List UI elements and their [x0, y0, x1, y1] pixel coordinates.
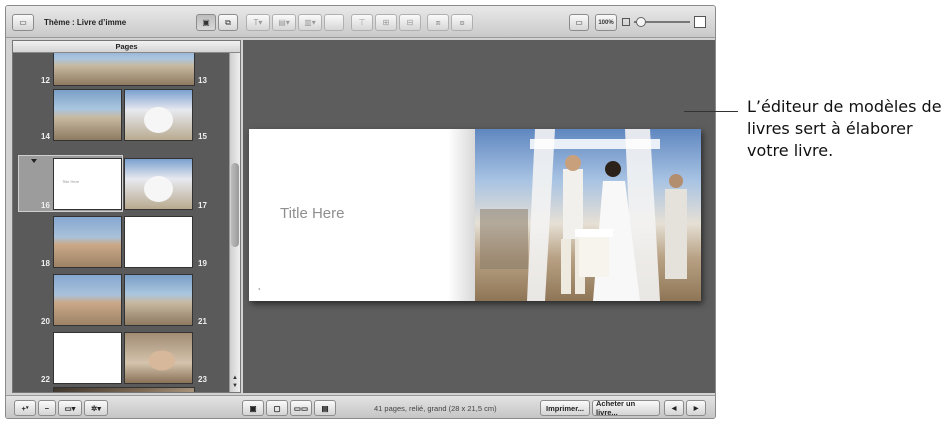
next-page-button[interactable]: ▶ [686, 400, 706, 416]
pages-sidebar: Pages 12 13 14 15 Title Here 16 17 18 19… [12, 40, 241, 393]
spread-view-button[interactable]: ⧉ [218, 14, 238, 31]
theme-label: Thème : Livre d’imme [44, 18, 127, 27]
view-mode-button-3[interactable]: ▭▭ [290, 400, 312, 416]
page-thumb-12-13[interactable] [53, 53, 195, 86]
zoom-slider-knob[interactable] [636, 17, 646, 27]
print-button[interactable]: Imprimer... [540, 400, 590, 416]
add-text-button[interactable]: T▾ [246, 14, 270, 31]
align-text-button[interactable]: ⊤ [351, 14, 373, 31]
document-icon: ▤ [321, 403, 329, 413]
view-mode-button-1[interactable]: ▣ [242, 400, 264, 416]
thumbnail-scrollbar[interactable]: ▲ ▼ [229, 53, 240, 392]
spread-view-icon: ▭▭ [293, 403, 309, 413]
remove-page-button[interactable]: − [38, 400, 56, 416]
align-bottom-button[interactable]: ⊟ [399, 14, 421, 31]
page-thumb-24-25[interactable] [53, 387, 195, 392]
page-thumb-17[interactable] [124, 158, 193, 210]
wedding-photo [480, 129, 687, 301]
page-number: 20 [41, 317, 50, 326]
remove-icon: − [44, 403, 50, 413]
buy-book-button[interactable]: Acheter un livre... [592, 399, 660, 417]
view-mode-button-2[interactable]: ▢ [266, 400, 288, 416]
callout-text: L’éditeur de modèles de livres sert à él… [747, 97, 942, 160]
page-thumb-21[interactable] [124, 274, 193, 326]
page-thumb-23[interactable] [124, 332, 193, 384]
page-number: 17 [198, 201, 207, 210]
action-menu-button[interactable]: ✲▾ [84, 400, 108, 416]
page-options-triangle-icon[interactable] [31, 159, 37, 163]
zoom-out-icon [622, 18, 630, 26]
photo-icon: ▤▾ [278, 18, 290, 27]
book-canvas: Title Here ◂ [243, 40, 715, 393]
align-photo-button[interactable]: ⊞ [375, 14, 397, 31]
text-icon: T▾ [253, 18, 263, 27]
scroll-up-arrow-icon[interactable]: ▲ [230, 374, 240, 382]
add-map-button[interactable]: ▥▾ [298, 14, 322, 31]
page-corner-mark: ◂ [258, 286, 261, 291]
page-number: 21 [198, 317, 207, 326]
right-page-photo[interactable] [475, 129, 701, 301]
map-icon: ▥▾ [304, 18, 316, 27]
view-mode-button-4[interactable]: ▤ [314, 400, 336, 416]
page-layout-button[interactable]: ▭▾ [58, 400, 82, 416]
page-icon: ▣ [202, 18, 210, 27]
page-thumb-18[interactable] [53, 216, 122, 268]
bottom-bar: + ▾ − ▭▾ ✲▾ ▣ ▢ ▭▭ ▤ 41 pages, relié, gra… [6, 395, 715, 418]
page-number: 22 [41, 375, 50, 384]
bring-forward-button[interactable]: ⧈ [427, 14, 449, 31]
previous-page-button[interactable]: ◀ [664, 400, 684, 416]
title-placeholder[interactable]: Title Here [280, 205, 344, 222]
gear-icon: ✲▾ [90, 403, 102, 413]
layout-icon: ▭▾ [64, 403, 76, 413]
send-backward-icon: ⧇ [459, 17, 465, 27]
page-number: 23 [198, 375, 207, 384]
page-thumb-16[interactable]: Title Here [53, 158, 122, 210]
send-backward-button[interactable]: ⧇ [451, 14, 473, 31]
zoom-in-icon [694, 16, 706, 28]
page-thumbnails[interactable]: 12 13 14 15 Title Here 16 17 18 19 20 21 [13, 53, 229, 392]
page-number: 14 [41, 132, 50, 141]
align-photo-icon: ⊞ [382, 18, 390, 27]
page-thumb-22[interactable] [53, 332, 122, 384]
pages-header: Pages [13, 41, 240, 53]
page-number: 19 [198, 259, 207, 268]
align-bottom-icon: ⊟ [406, 18, 414, 27]
page-number: 13 [198, 76, 207, 85]
add-photo-button[interactable]: ▤▾ [272, 14, 296, 31]
thumb-title-text: Title Here [62, 179, 80, 184]
page-thumb-19[interactable] [124, 216, 193, 268]
fit-page-button[interactable]: ▭ [569, 14, 589, 31]
add-page-button[interactable]: + ▾ [14, 400, 36, 416]
page-thumb-15[interactable] [124, 89, 193, 141]
scrollbar-thumb[interactable] [231, 163, 239, 247]
page-thumb-20[interactable] [53, 274, 122, 326]
window-icon: ▭ [19, 18, 27, 27]
page-number: 12 [41, 76, 50, 85]
left-page[interactable]: Title Here ◂ [249, 129, 475, 301]
toolbar: ▭ Thème : Livre d’imme ▣ ⧉ T▾ ▤▾ ▥▾ ⊤ ⊞ … [6, 6, 715, 38]
page-number: 16 [41, 201, 50, 210]
bring-forward-icon: ⧈ [435, 17, 441, 27]
blank-tool-button[interactable] [324, 14, 344, 31]
page-spread: Title Here ◂ [249, 129, 701, 301]
single-page-view-button[interactable]: ▣ [196, 14, 216, 31]
page-view-icon: ▢ [273, 403, 281, 413]
actual-size-button[interactable]: 100% [595, 14, 617, 31]
page-number: 15 [198, 132, 207, 141]
page-number: 18 [41, 259, 50, 268]
sidebar-toggle-button[interactable]: ▭ [12, 14, 34, 31]
page-thumb-14[interactable] [53, 89, 122, 141]
single-view-icon: ▣ [249, 403, 257, 413]
book-window: ▭ Thème : Livre d’imme ▣ ⧉ T▾ ▤▾ ▥▾ ⊤ ⊞ … [5, 5, 716, 419]
spread-icon: ⧉ [225, 17, 231, 27]
scroll-down-arrow-icon[interactable]: ▼ [230, 382, 240, 390]
fit-icon: ▭ [575, 18, 583, 27]
align-text-icon: ⊤ [358, 18, 366, 27]
callout-line [684, 111, 738, 112]
book-status-text: 41 pages, relié, grand (28 x 21,5 cm) [374, 404, 497, 413]
